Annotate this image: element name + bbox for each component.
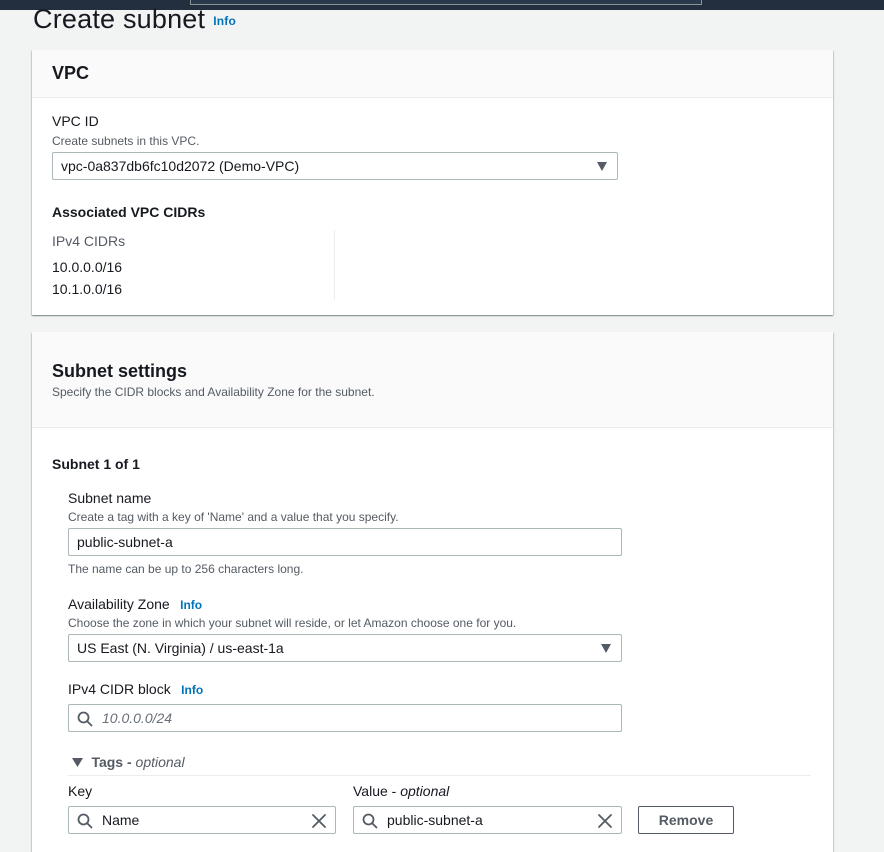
tags-label: Tags - <box>91 754 136 770</box>
page-title-text: Create subnet <box>33 4 206 34</box>
cidr-list-item: 10.0.0.0/16 <box>52 259 123 275</box>
availability-zone-label-row: Availability Zone Info <box>68 596 202 614</box>
availability-zone-select[interactable]: US East (N. Virginia) / us-east-1a <box>68 634 622 662</box>
subnet-settings-header: Subnet settings Specify the CIDR blocks … <box>32 332 833 428</box>
page-title-info-link[interactable]: Info <box>213 14 236 28</box>
cidr-list-item: 10.1.0.0/16 <box>52 281 123 297</box>
tag-value-label-row: Value - optional <box>353 783 449 801</box>
vpc-panel-title: VPC <box>52 63 90 83</box>
subnet-name-input-value: public-subnet-a <box>77 534 173 550</box>
ipv4-cidr-info-link[interactable]: Info <box>181 683 203 697</box>
search-icon <box>77 813 93 829</box>
availability-zone-info-link[interactable]: Info <box>180 598 202 612</box>
tags-optional-label: optional <box>135 754 185 770</box>
search-icon <box>362 813 378 829</box>
tags-expander[interactable]: Tags - optional <box>72 754 185 772</box>
triangle-down-icon <box>72 758 83 767</box>
subnet-name-label: Subnet name <box>68 490 152 506</box>
associated-cidrs-heading: Associated VPC CIDRs <box>52 204 206 220</box>
ipv4-cidr-input[interactable]: 10.0.0.0/24 <box>68 704 622 732</box>
tag-value-label: Value - <box>353 783 401 799</box>
tag-key-label: Key <box>68 783 93 799</box>
tags-divider <box>68 775 811 776</box>
availability-zone-description: Choose the zone in which your subnet wil… <box>68 616 517 630</box>
close-icon[interactable] <box>311 813 327 829</box>
subnet-settings-panel: Subnet settings Specify the CIDR blocks … <box>32 332 833 852</box>
tag-value-optional: optional <box>400 783 450 799</box>
close-icon[interactable] <box>597 813 613 829</box>
tag-value-input-value: public-subnet-a <box>387 812 483 828</box>
ipv4-cidr-label: IPv4 CIDR block <box>68 681 171 697</box>
vpc-id-description: Create subnets in this VPC. <box>52 134 200 148</box>
availability-zone-label: Availability Zone <box>68 596 170 612</box>
subnet-name-description: Create a tag with a key of 'Name' and a … <box>68 510 399 524</box>
vpc-panel-header: VPC <box>32 50 833 98</box>
global-search-box[interactable] <box>190 0 702 5</box>
search-icon <box>77 711 93 727</box>
subnet-name-input[interactable]: public-subnet-a <box>68 528 622 556</box>
vpc-id-label: VPC ID <box>52 113 99 129</box>
availability-zone-select-value: US East (N. Virginia) / us-east-1a <box>77 640 284 656</box>
tag-value-input[interactable]: public-subnet-a <box>353 806 622 834</box>
tag-key-input[interactable]: Name <box>68 806 336 834</box>
subnet-settings-title: Subnet settings <box>52 361 188 381</box>
caret-down-icon <box>597 162 607 171</box>
ipv4-cidr-label-row: IPv4 CIDR block Info <box>68 681 203 699</box>
subnet-name-constraint: The name can be up to 256 characters lon… <box>68 562 304 576</box>
tag-key-input-value: Name <box>102 812 140 828</box>
ipv4-cidrs-column-header: IPv4 CIDRs <box>52 233 126 249</box>
ipv4-cidr-placeholder: 10.0.0.0/24 <box>102 710 173 726</box>
subnet-heading: Subnet 1 of 1 <box>52 456 140 472</box>
cidr-divider <box>334 230 335 300</box>
remove-tag-button[interactable]: Remove <box>638 806 734 834</box>
vpc-panel: VPC VPC ID Create subnets in this VPC. v… <box>32 50 833 315</box>
caret-down-icon <box>601 644 611 653</box>
subnet-settings-description: Specify the CIDR blocks and Availability… <box>52 385 375 399</box>
vpc-id-select-value: vpc-0a837db6fc10d2072 (Demo-VPC) <box>61 158 300 174</box>
vpc-id-select[interactable]: vpc-0a837db6fc10d2072 (Demo-VPC) <box>52 152 618 180</box>
page-title: Create subnet Info <box>33 4 236 35</box>
